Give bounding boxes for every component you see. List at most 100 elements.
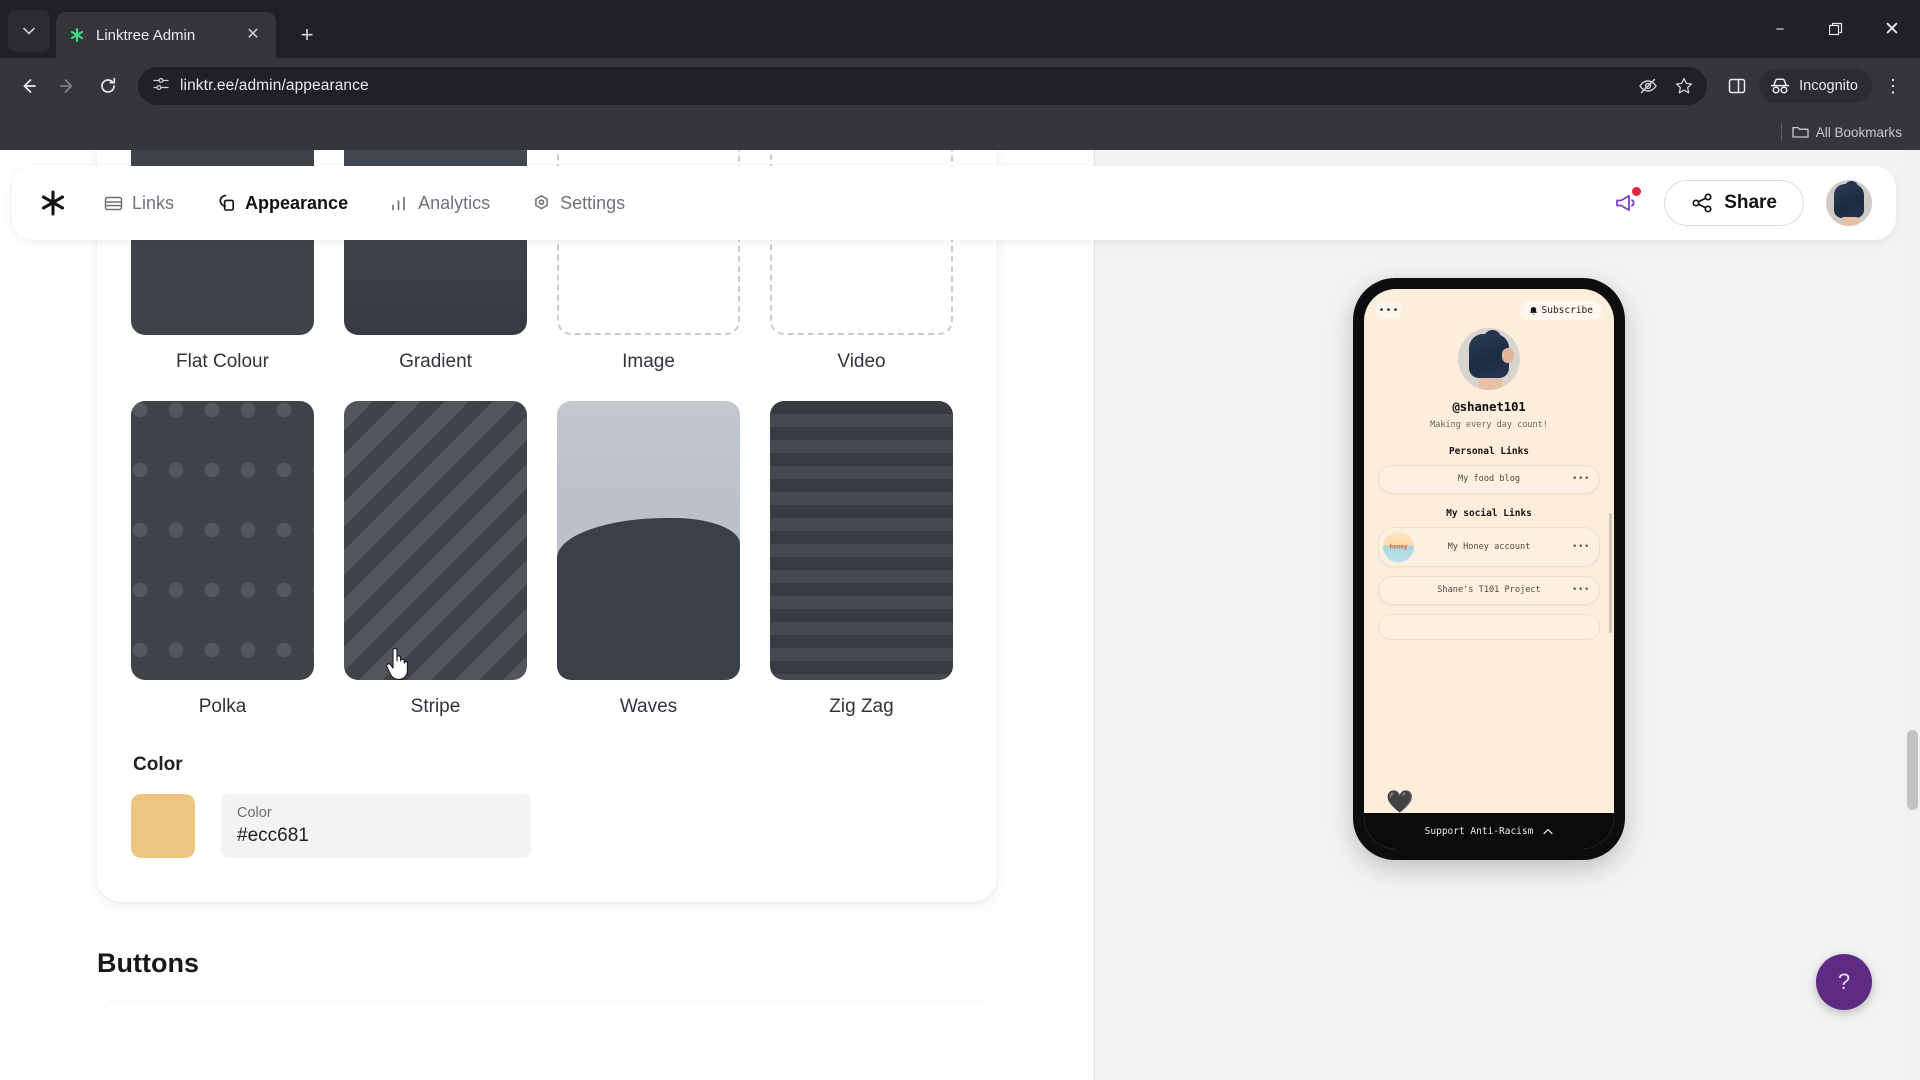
preview-menu-button[interactable]: •••: [1376, 302, 1402, 319]
tab-settings[interactable]: Settings: [516, 184, 641, 223]
reload-icon: [101, 77, 116, 93]
back-button[interactable]: [10, 68, 46, 104]
stripe-thumbnail[interactable]: [344, 401, 527, 680]
window-maximize-button[interactable]: [1808, 7, 1864, 51]
browser-menu-button[interactable]: ⋮: [1876, 69, 1910, 103]
linktree-logo-icon[interactable]: [36, 186, 70, 220]
tab-strip: Linktree Admin ✕ + − ✕: [0, 0, 1920, 58]
zigzag-label: Zig Zag: [829, 696, 894, 717]
background-option-polka[interactable]: Polka: [131, 401, 314, 746]
side-panel-button[interactable]: [1719, 68, 1755, 104]
tab-close-icon[interactable]: ✕: [242, 24, 264, 46]
tab-appearance[interactable]: Appearance: [200, 184, 364, 223]
phone-mockup: ••• Subscribe @shanet101 Making every da…: [1353, 278, 1625, 860]
chevron-up-icon[interactable]: [1543, 828, 1553, 835]
announcements-button[interactable]: [1610, 187, 1642, 219]
color-input-field[interactable]: Color #ecc681: [221, 794, 531, 858]
links-icon: [104, 196, 123, 210]
preview-scrollbar[interactable]: [1609, 513, 1612, 633]
polka-label: Polka: [198, 696, 247, 717]
gradient-label: Gradient: [399, 351, 472, 372]
preview-link-item[interactable]: My food blog •••: [1378, 464, 1600, 494]
help-button[interactable]: ?: [1816, 954, 1872, 1010]
preview-link-item[interactable]: Shane's T101 Project •••: [1378, 575, 1600, 605]
preview-group-title-social: My social Links: [1446, 507, 1532, 519]
flat-colour-label: Flat Colour: [176, 351, 269, 372]
window-controls: − ✕: [1752, 0, 1920, 58]
preview-link-thumbnail-label: honey: [1389, 543, 1408, 551]
color-section-heading: Color: [133, 754, 183, 775]
linktree-app-nav: Links Appearance Analytics Settings Shar…: [12, 166, 1896, 240]
zigzag-thumbnail[interactable]: [770, 401, 953, 680]
preview-link-label: Shane's T101 Project: [1437, 585, 1541, 596]
incognito-label: Incognito: [1799, 78, 1858, 94]
preview-link-item[interactable]: honey My Honey account •••: [1378, 526, 1600, 567]
tracking-protection-icon[interactable]: [1633, 71, 1663, 101]
bell-icon: [1529, 306, 1537, 315]
editor-scroll-content: Flat Colour Gradient Image Video Polka S…: [0, 150, 1094, 1061]
tab-analytics-label: Analytics: [418, 192, 491, 213]
window-minimize-button[interactable]: −: [1752, 7, 1808, 51]
bookmarks-divider: [1780, 123, 1782, 141]
omnibox-actions: [1633, 71, 1699, 101]
browser-tab[interactable]: Linktree Admin ✕: [56, 12, 276, 58]
preview-subscribe-button[interactable]: Subscribe: [1519, 301, 1602, 320]
address-bar[interactable]: linktr.ee/admin/appearance: [138, 67, 1708, 105]
tab-search-button[interactable]: [8, 10, 50, 52]
page-scrollbar-thumb[interactable]: [1907, 730, 1918, 810]
tab-settings-label: Settings: [560, 192, 626, 213]
tab-links[interactable]: Links: [88, 184, 190, 223]
preview-link-menu-icon[interactable]: •••: [1572, 542, 1590, 552]
video-label: Video: [837, 351, 886, 372]
stripe-label: Stripe: [410, 696, 461, 717]
new-tab-button[interactable]: +: [290, 18, 324, 52]
browser-toolbar: linktr.ee/admin/appearance Incognito ⋮: [0, 58, 1920, 114]
settings-icon: [535, 194, 548, 209]
linktree-favicon-icon: [68, 26, 86, 44]
preview-link-label: My food blog: [1457, 474, 1521, 485]
background-option-waves[interactable]: Waves: [557, 401, 740, 746]
waves-thumbnail[interactable]: [557, 401, 740, 680]
bookmark-star-icon[interactable]: [1669, 71, 1699, 101]
tab-title: Linktree Admin: [96, 26, 196, 44]
all-bookmarks-button[interactable]: All Bookmarks: [1792, 125, 1902, 140]
arrow-right-icon: [60, 79, 73, 93]
preview-link-menu-icon[interactable]: •••: [1572, 474, 1590, 484]
reload-button[interactable]: [90, 68, 126, 104]
preview-avatar: [1458, 328, 1520, 390]
color-picker-row: Color #ecc681: [131, 794, 963, 858]
preview-subscribe-label: Subscribe: [1541, 305, 1593, 316]
restore-icon: [1829, 22, 1843, 36]
preview-group-title-personal: Personal Links: [1448, 445, 1530, 457]
preview-banner[interactable]: Support Anti-Racism: [1364, 813, 1614, 849]
preview-banner-label: Support Anti-Racism: [1424, 825, 1534, 837]
color-input-value: #ecc681: [237, 824, 309, 846]
polka-thumbnail[interactable]: [131, 401, 314, 680]
page-scrollbar[interactable]: [1905, 150, 1920, 1080]
page-info-icon[interactable]: [152, 75, 170, 98]
bookmarks-bar: All Bookmarks: [0, 114, 1920, 150]
tab-analytics[interactable]: Analytics: [374, 184, 506, 223]
window-close-button[interactable]: ✕: [1864, 7, 1920, 51]
appearance-editor-column: Flat Colour Gradient Image Video Polka S…: [0, 150, 1094, 1080]
preview-top-bar: ••• Subscribe: [1364, 289, 1614, 320]
waves-shape: [557, 518, 740, 680]
waves-label: Waves: [619, 696, 678, 717]
toolbar-right: Incognito ⋮: [1719, 68, 1910, 104]
phone-screen: ••• Subscribe @shanet101 Making every da…: [1364, 289, 1614, 849]
background-option-stripe[interactable]: Stripe: [344, 401, 527, 746]
forward-button[interactable]: [50, 68, 86, 104]
preview-link-item-partial[interactable]: [1378, 613, 1600, 640]
preview-link-menu-icon[interactable]: •••: [1572, 585, 1590, 595]
account-avatar[interactable]: [1826, 180, 1872, 226]
color-swatch[interactable]: [131, 794, 195, 858]
preview-decorative-glyph: 🖤: [1386, 790, 1414, 815]
background-option-zigzag[interactable]: Zig Zag: [770, 401, 953, 746]
preview-link-thumbnail: honey: [1383, 531, 1414, 563]
share-button[interactable]: Share: [1664, 180, 1804, 226]
folder-icon: [1792, 126, 1809, 138]
incognito-indicator[interactable]: Incognito: [1759, 69, 1872, 103]
avatar-arm: [1502, 348, 1514, 363]
avatar-backpack: [1834, 184, 1864, 218]
share-button-label: Share: [1724, 192, 1777, 213]
